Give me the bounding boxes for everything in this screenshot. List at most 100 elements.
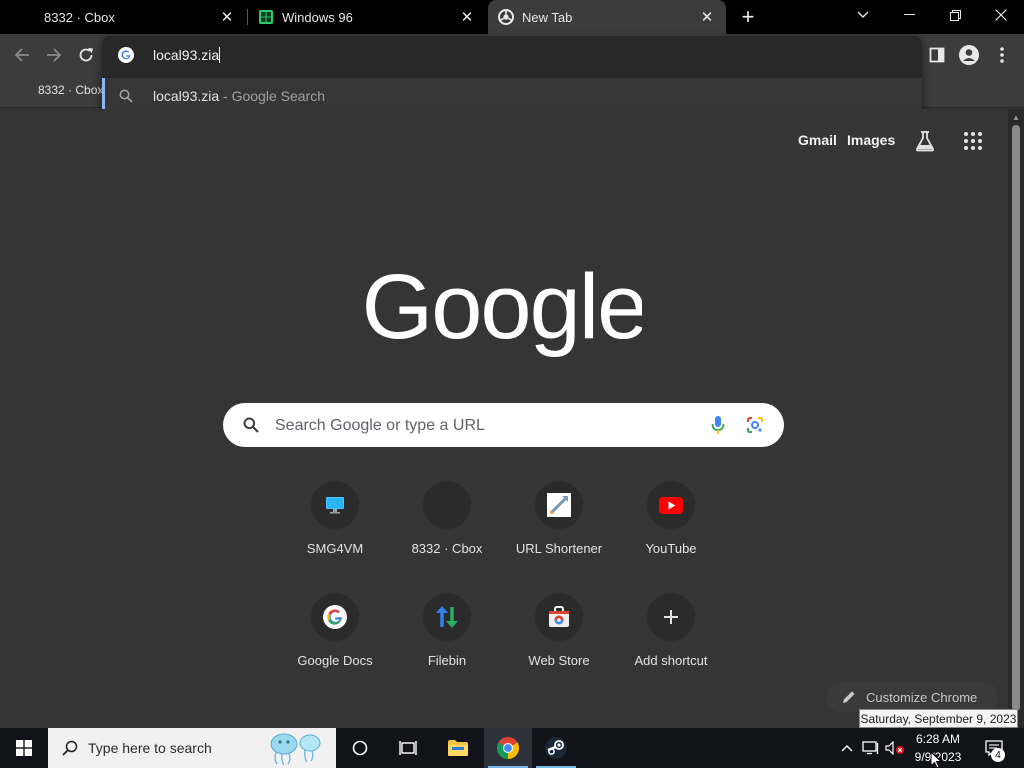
show-hidden-icons-button[interactable] (836, 728, 858, 768)
folder-icon (448, 740, 468, 756)
customize-chrome-label: Customize Chrome (866, 689, 978, 705)
steam-logo-icon (545, 737, 567, 759)
network-status-button[interactable] (860, 728, 882, 768)
tab-cbox[interactable]: 8332 · Cbox ✕ (34, 0, 246, 34)
search-input[interactable]: Search Google or type a URL (275, 417, 485, 435)
customize-chrome-button[interactable]: Customize Chrome (826, 682, 998, 712)
minimize-button[interactable] (886, 0, 932, 30)
shortcut-tile (311, 481, 359, 529)
windows-logo-icon (16, 740, 32, 756)
tab-title: 8332 · Cbox (44, 9, 115, 25)
omnibox-popup: local93.zia local93.zia - Google Search (102, 36, 922, 116)
google-g-icon (323, 605, 347, 629)
task-view-button[interactable] (384, 728, 432, 768)
shortcut-smg4vm[interactable]: SMG4VM (279, 481, 391, 581)
shortcut-label: 8332 · Cbox (411, 541, 483, 556)
minimize-icon (903, 14, 915, 15)
jellyfish-search-highlight-icon (270, 733, 321, 766)
windows96-favicon-icon (259, 10, 273, 24)
images-link[interactable]: Images (847, 132, 895, 148)
scroll-thumb[interactable] (1012, 125, 1020, 711)
close-window-button[interactable] (978, 0, 1024, 30)
reload-button[interactable] (73, 42, 99, 68)
pencil-icon (843, 691, 855, 703)
google-lens-icon[interactable] (746, 416, 764, 434)
tab-windows96[interactable]: Windows 96 ✕ (248, 0, 486, 34)
avatar-icon (959, 45, 979, 65)
search-icon (119, 89, 133, 103)
shortcut-google-docs[interactable]: Google Docs (279, 593, 391, 693)
mouse-cursor-icon (930, 751, 942, 768)
shortcut-filebin[interactable]: Filebin (391, 593, 503, 693)
google-logo: Google (366, 262, 642, 358)
scroll-up-arrow-icon[interactable]: ▲ (1008, 110, 1024, 124)
task-view-icon (399, 741, 417, 755)
shortcut-label: Filebin (427, 653, 467, 668)
shortcut-label: Google Docs (297, 653, 373, 668)
chevron-up-icon (841, 745, 853, 752)
tab-search-button[interactable] (840, 0, 886, 30)
youtube-icon (659, 496, 683, 514)
shortcut-tile (535, 481, 583, 529)
add-shortcut-button[interactable]: Add shortcut (615, 593, 727, 693)
new-tab-button[interactable]: + (736, 4, 760, 29)
shortcut-tile (311, 593, 359, 641)
windows-taskbar: Type here to search 6:28 AM 9/9/2023 (0, 728, 1024, 768)
chrome-taskbar-button[interactable] (484, 728, 532, 768)
shortcut-label: SMG4VM (306, 541, 364, 556)
shortcut-web-store[interactable]: Web Store (503, 593, 615, 693)
steam-taskbar-button[interactable] (532, 728, 580, 768)
shortcut-tile (423, 593, 471, 641)
labs-flask-icon[interactable] (914, 130, 936, 152)
shortcut-tile (423, 481, 471, 529)
shortcut-cbox[interactable]: 8332 · Cbox (391, 481, 503, 581)
shortcut-label: Web Store (528, 653, 590, 668)
apps-grid-icon[interactable] (964, 132, 982, 150)
menu-button[interactable] (989, 42, 1015, 68)
notification-count-badge: 4 (991, 748, 1005, 762)
omnibox-input[interactable]: local93.zia (153, 47, 221, 63)
volume-button[interactable] (884, 728, 906, 768)
taskbar-search-box[interactable]: Type here to search (48, 728, 336, 768)
gmail-link[interactable]: Gmail (798, 132, 837, 148)
close-icon[interactable]: ✕ (218, 8, 236, 26)
bookmark-cbox[interactable]: 8332 · Cbox (38, 83, 103, 97)
taskbar-search-input[interactable]: Type here to search (88, 740, 212, 756)
back-button[interactable] (9, 42, 35, 68)
transfer-arrows-icon (436, 606, 458, 628)
text-caret (219, 47, 221, 63)
cortana-button[interactable] (336, 728, 384, 768)
restore-button[interactable] (932, 0, 978, 30)
tab-new-tab[interactable]: New Tab ✕ (488, 0, 726, 34)
close-icon[interactable]: ✕ (698, 8, 716, 26)
suggestion-hint: - Google Search (223, 88, 325, 104)
shortcut-youtube[interactable]: YouTube (615, 481, 727, 581)
blank-icon (439, 497, 455, 513)
shortcut-label: URL Shortener (515, 541, 603, 556)
suggestion-query: local93.zia (153, 88, 220, 104)
shortcut-label: YouTube (645, 541, 697, 556)
forward-button[interactable] (41, 42, 67, 68)
chrome-logo-icon (497, 737, 519, 759)
close-icon[interactable]: ✕ (458, 8, 476, 26)
google-g-icon (118, 47, 134, 63)
search-icon (62, 740, 78, 756)
suggestion-text: local93.zia - Google Search (153, 88, 325, 104)
profile-button[interactable] (956, 42, 982, 68)
tab-title: Windows 96 (282, 9, 353, 25)
start-button[interactable] (0, 728, 48, 768)
chevron-down-icon (857, 11, 869, 18)
file-explorer-button[interactable] (434, 728, 482, 768)
rocket-icon (547, 493, 571, 517)
side-panel-icon (929, 47, 945, 63)
restore-icon (949, 9, 961, 21)
shortcut-url-shortener[interactable]: URL Shortener (503, 481, 615, 581)
microphone-icon[interactable] (711, 415, 725, 435)
plus-icon (664, 610, 678, 624)
side-panel-button[interactable] (924, 42, 950, 68)
page-scrollbar[interactable]: ▲ ▼ (1008, 109, 1024, 728)
shortcut-label: Add shortcut (634, 653, 708, 668)
search-box[interactable]: Search Google or type a URL (223, 403, 784, 447)
arrow-right-icon (47, 48, 62, 62)
omnibox[interactable]: local93.zia (102, 36, 922, 74)
